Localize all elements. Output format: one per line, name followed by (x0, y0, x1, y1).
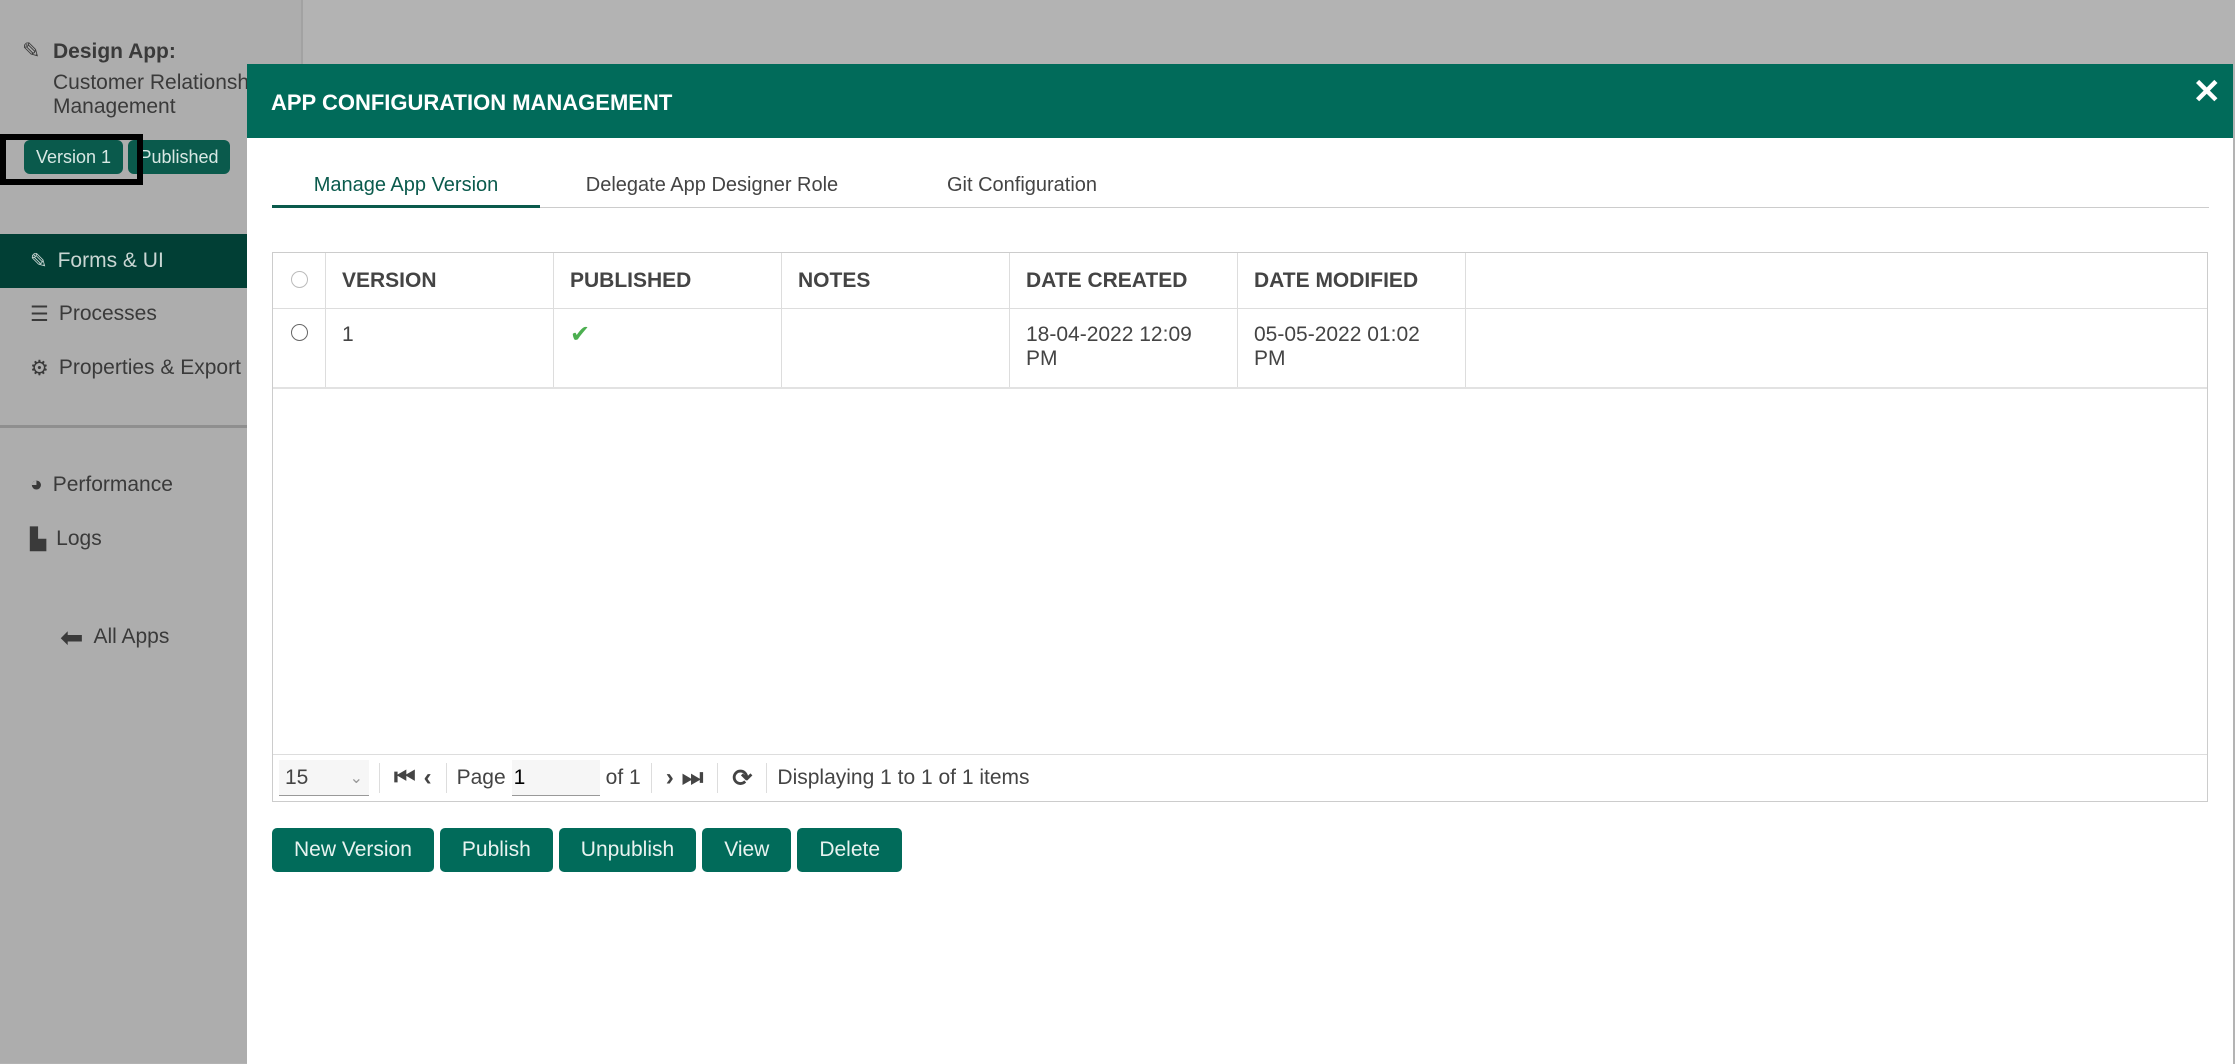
modal-header: APP CONFIGURATION MANAGEMENT ✕ (247, 64, 2233, 138)
display-info: Displaying 1 to 1 of 1 items (777, 766, 1030, 789)
all-apps-label: All Apps (93, 625, 170, 648)
refresh-icon[interactable]: ⟳ (732, 764, 752, 793)
app-name-line2: Management (53, 95, 176, 118)
table-row[interactable]: 1 ✔ 18-04-2022 12:09 PM 05-05-2022 01:02… (273, 309, 2207, 389)
view-button[interactable]: View (702, 828, 792, 872)
delete-button[interactable]: Delete (797, 828, 903, 872)
tab-manage-app-version[interactable]: Manage App Version (272, 174, 540, 208)
published-badge[interactable]: Published (128, 140, 230, 174)
new-version-button[interactable]: New Version (272, 828, 434, 872)
tab-git-configuration[interactable]: Git Configuration (922, 174, 1122, 208)
unpublish-button[interactable]: Unpublish (558, 828, 697, 872)
cell-notes (782, 309, 1010, 387)
page-size-value: 15 (285, 765, 309, 789)
pager: 15 ⌄ ⏮ ‹ Page of 1 › ⏭ ⟳ Displaying 1 to … (273, 754, 2207, 801)
cell-date-modified: 05-05-2022 01:02 PM (1238, 309, 1466, 387)
gauge-icon: ◕ (30, 473, 43, 496)
tab-bar: Manage App Version Delegate App Designer… (272, 174, 2209, 208)
table-header: VERSION PUBLISHED NOTES DATE CREATED DAT… (273, 253, 2207, 309)
nav-label: Forms & UI (57, 249, 164, 272)
highlight-box (0, 134, 143, 185)
col-published[interactable]: PUBLISHED (554, 253, 782, 308)
col-notes[interactable]: NOTES (782, 253, 1010, 308)
prev-page-icon[interactable]: ‹ (424, 764, 432, 792)
nav-label: Properties & Export (58, 356, 241, 379)
scroll-icon: ▙ (30, 527, 47, 551)
action-buttons: New Version Publish Unpublish View Delet… (272, 828, 903, 872)
col-version[interactable]: VERSION (326, 253, 554, 308)
cell-version: 1 (326, 309, 554, 387)
col-date-modified[interactable]: DATE MODIFIED (1238, 253, 1466, 308)
cell-date-created: 18-04-2022 12:09 PM (1010, 309, 1238, 387)
design-app-label: Design App: (53, 40, 176, 63)
check-icon: ✔ (554, 309, 782, 387)
app-config-modal: APP CONFIGURATION MANAGEMENT ✕ Manage Ap… (247, 64, 2233, 1064)
gear-icon: ⚙ (30, 356, 49, 380)
col-date-created[interactable]: DATE CREATED (1010, 253, 1238, 308)
tab-delegate-designer-role[interactable]: Delegate App Designer Role (562, 174, 862, 208)
nav-label: Logs (56, 527, 102, 550)
page-label: Page (456, 766, 506, 789)
list-icon: ☰ (30, 302, 49, 326)
page-size-select[interactable]: 15 ⌄ (279, 760, 369, 796)
row-select-radio[interactable] (290, 324, 308, 341)
close-icon[interactable]: ✕ (2193, 72, 2222, 112)
select-all-radio[interactable] (290, 271, 308, 288)
versions-table: VERSION PUBLISHED NOTES DATE CREATED DAT… (272, 252, 2208, 802)
nav-label: Processes (58, 302, 157, 325)
arrow-left-circle-icon: ⬅ (60, 621, 84, 653)
edit-icon: ✎ (22, 38, 41, 63)
page-count: of 1 (605, 766, 641, 789)
publish-button[interactable]: Publish (439, 828, 553, 872)
modal-title: APP CONFIGURATION MANAGEMENT (271, 90, 673, 115)
next-page-icon[interactable]: › (666, 764, 674, 792)
edit-icon: ✎ (30, 249, 48, 273)
chevron-down-icon: ⌄ (349, 769, 363, 787)
last-page-icon[interactable]: ⏭ (682, 764, 704, 792)
first-page-icon[interactable]: ⏮ (394, 764, 416, 792)
page-number-input[interactable] (511, 760, 600, 796)
nav-label: Performance (52, 473, 173, 496)
